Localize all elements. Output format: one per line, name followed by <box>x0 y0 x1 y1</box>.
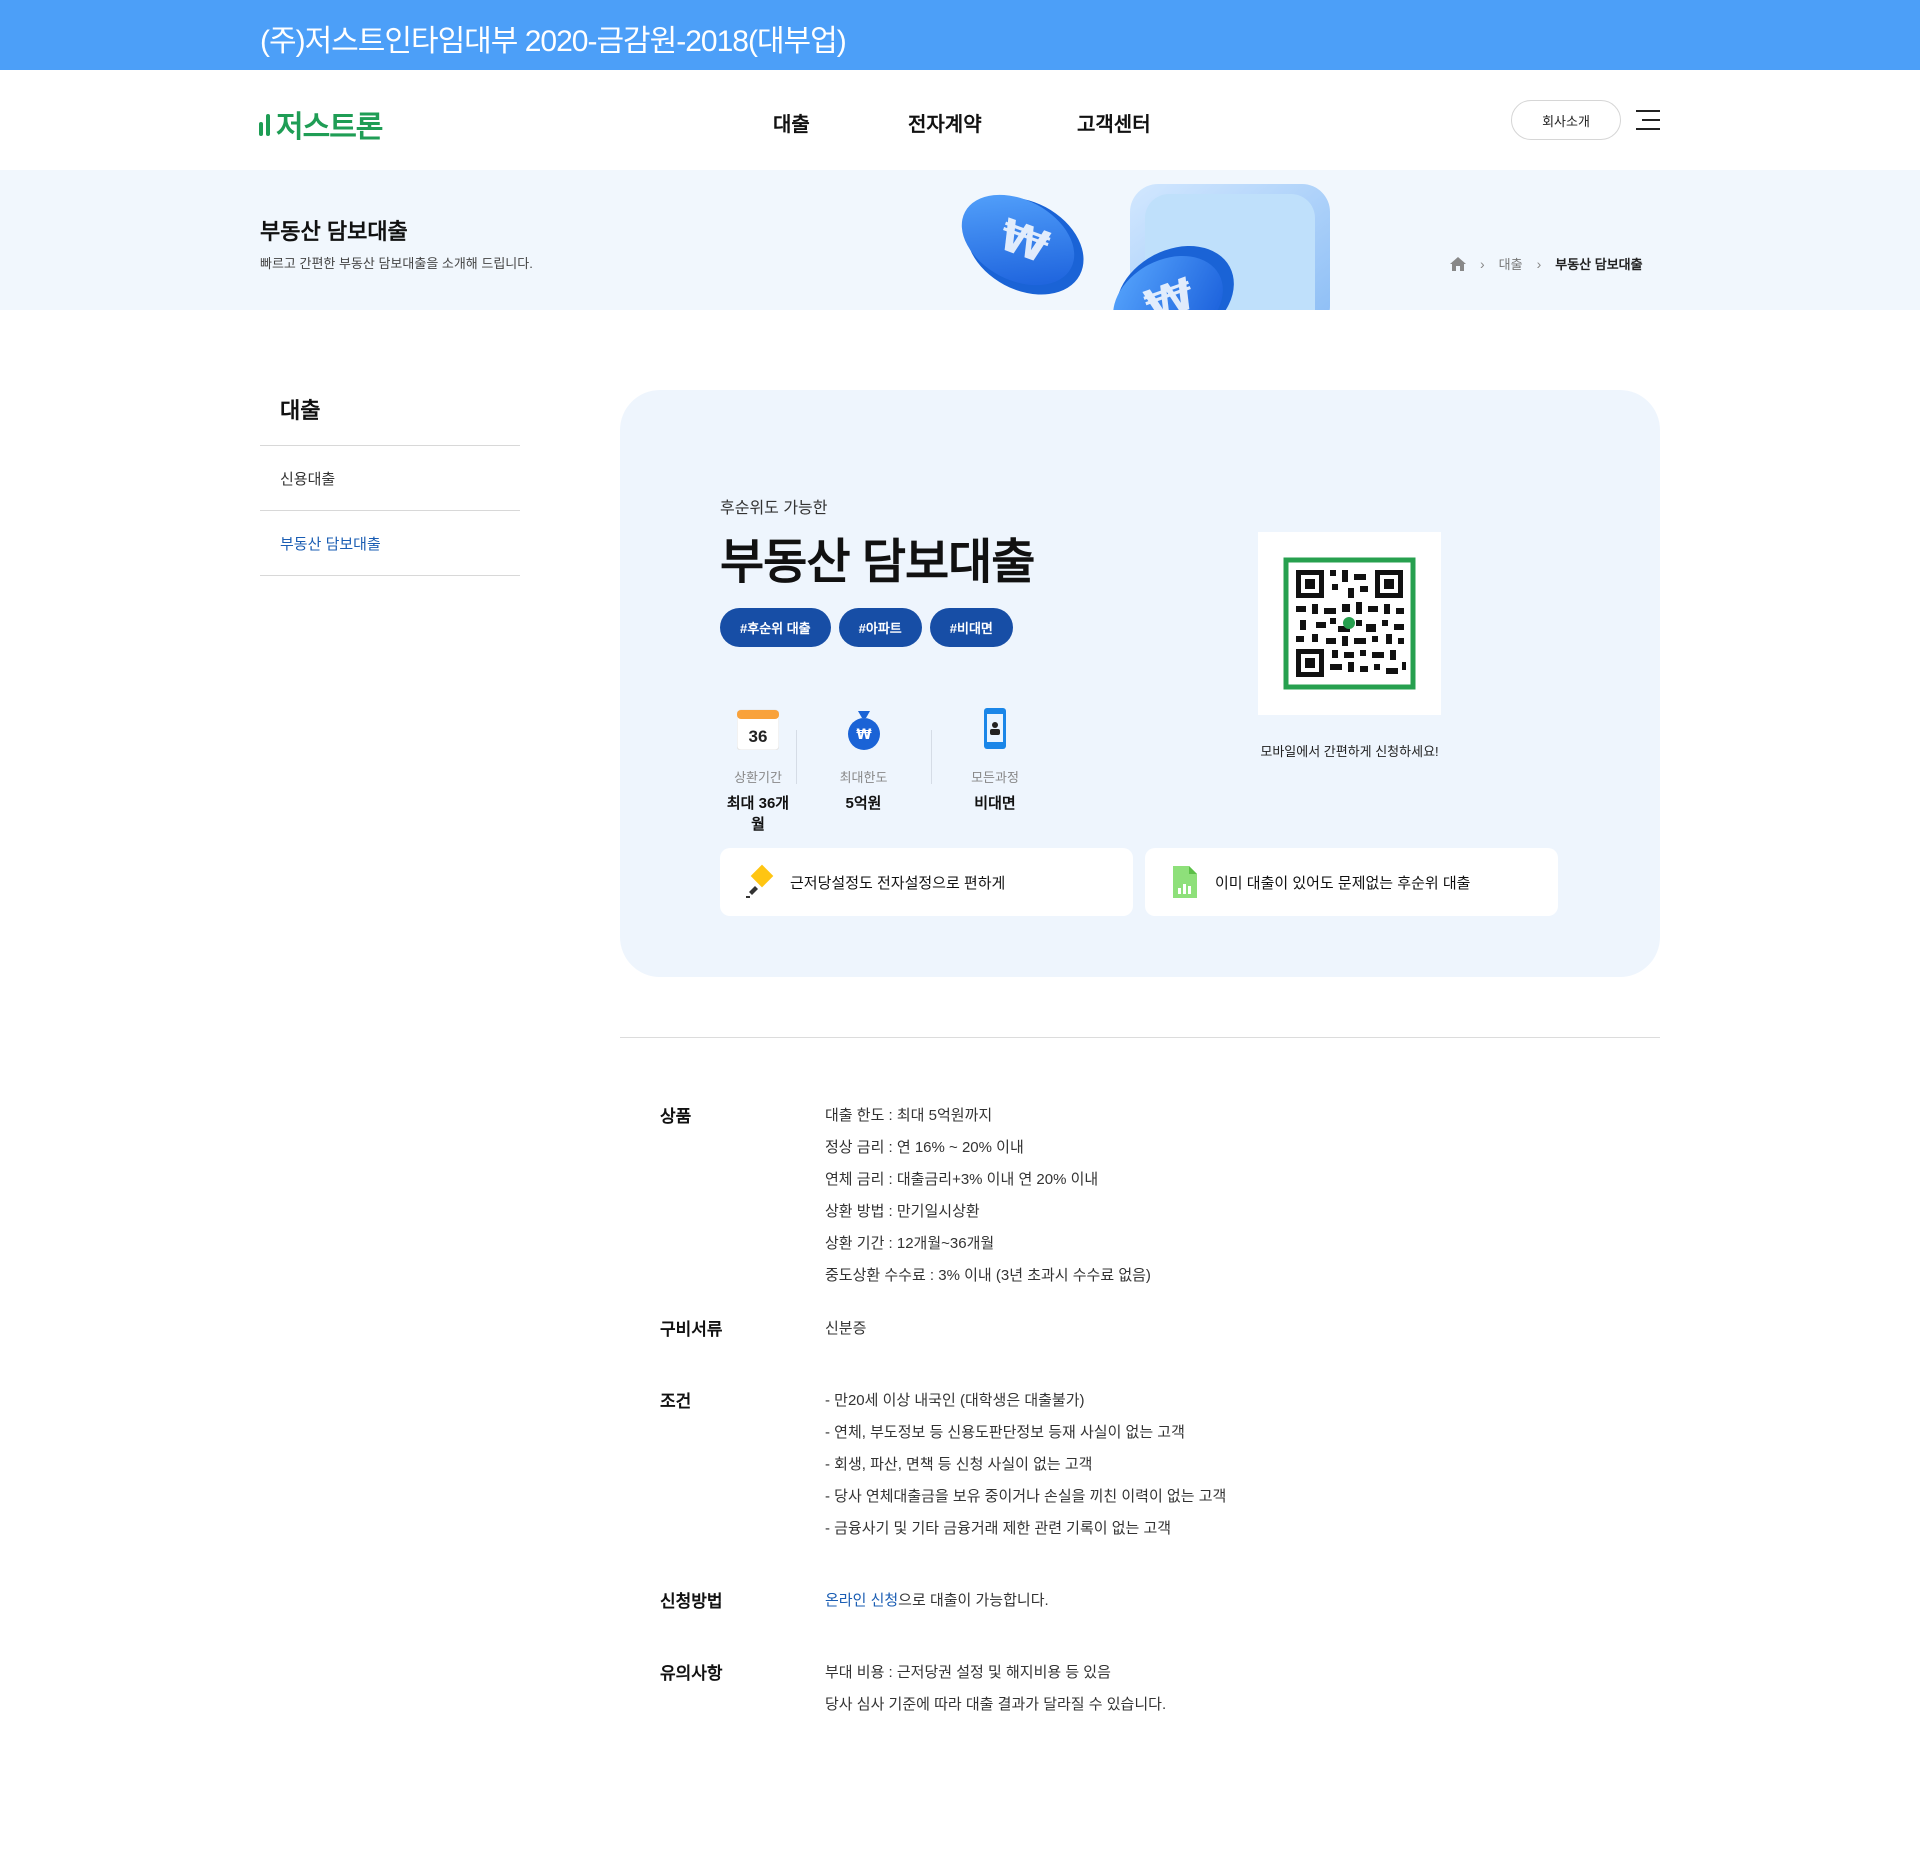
detail-line: - 당사 연체대출금을 보유 중이거나 손실을 끼친 이력이 없는 고객 <box>825 1488 1227 1505</box>
qr-code[interactable] <box>1258 532 1441 715</box>
detail-label: 조건 <box>660 1392 692 1411</box>
detail-line: 당사 심사 기준에 따라 대출 결과가 달라질 수 있습니다. <box>825 1696 1167 1713</box>
detail-line: 부대 비용 : 근저당권 설정 및 해지비용 등 있음 <box>825 1664 1111 1681</box>
coins-illustration-icon: ₩ ₩ <box>961 184 1330 310</box>
license-banner: (주)저스트인타임대부 2020-금감원-2018(대부업) <box>0 0 1920 70</box>
product-stats: 36 상환기간 최대 36개월 ₩ 최대한도 5억원 모든과정 비대면 <box>720 708 1059 834</box>
home-icon[interactable] <box>1450 256 1466 271</box>
stat-label: 모든과정 <box>971 770 1019 785</box>
stat-value: 최대 36개월 <box>726 795 790 833</box>
feature-e-registration: 근저당설정도 전자설정으로 편하게 <box>720 848 1133 916</box>
detail-line: - 금융사기 및 기타 금융거래 제한 관련 기록이 없는 고객 <box>825 1520 1172 1537</box>
feature-text: 이미 대출이 있어도 문제없는 후순위 대출 <box>1215 874 1471 892</box>
stat-max-limit: ₩ 최대한도 5억원 <box>796 708 931 834</box>
detail-row-product: 상품 대출 한도 : 최대 5억원까지 정상 금리 : 연 16% ~ 20% … <box>660 1100 1560 1292</box>
sidebar-title: 대출 <box>280 398 321 423</box>
detail-line: 대출 한도 : 최대 5억원까지 <box>825 1107 993 1124</box>
breadcrumb-current: 부동산 담보대출 <box>1555 257 1643 272</box>
tag-subordinate-loan: #후순위 대출 <box>720 608 831 647</box>
product-details: 상품 대출 한도 : 최대 5억원까지 정상 금리 : 연 16% ~ 20% … <box>660 1100 1560 1721</box>
stat-value: 5억원 <box>845 795 882 812</box>
page-hero: 부동산 담보대출 빠르고 간편한 부동산 담보대출을 소개해 드립니다. ₩ ₩… <box>0 170 1920 310</box>
application-text: 으로 대출이 가능합니다. <box>898 1592 1049 1609</box>
detail-row-documents: 구비서류 신분증 <box>660 1313 1560 1345</box>
logo-mark-icon <box>258 112 272 136</box>
detail-line: 정상 금리 : 연 16% ~ 20% 이내 <box>825 1139 1024 1156</box>
feature-text: 근저당설정도 전자설정으로 편하게 <box>790 874 1006 892</box>
detail-line: 상환 방법 : 만기일시상환 <box>825 1203 980 1220</box>
money-bag-icon: ₩ <box>847 711 880 750</box>
svg-text:36: 36 <box>749 727 768 746</box>
mobile-phone-icon <box>984 708 1006 749</box>
feature-subordinate-loan: 이미 대출이 있어도 문제없는 후순위 대출 <box>1145 848 1558 916</box>
detail-line: 상환 기간 : 12개월~36개월 <box>825 1235 995 1252</box>
product-title: 부동산 담보대출 <box>720 536 1035 589</box>
tag-contactless: #비대면 <box>929 608 1013 647</box>
detail-line: - 회생, 파산, 면책 등 신청 사실이 없는 고객 <box>825 1456 1093 1473</box>
qr-code-icon <box>1283 557 1416 690</box>
chevron-right-icon: › <box>1536 255 1542 272</box>
detail-line: 중도상환 수수료 : 3% 이내 (3년 초과시 수수료 없음) <box>825 1267 1151 1284</box>
detail-lines: - 만20세 이상 내국인 (대학생은 대출불가) - 연체, 부도정보 등 신… <box>825 1385 1560 1545</box>
detail-line: 온라인 신청으로 대출이 가능합니다. <box>825 1585 1560 1617</box>
breadcrumb-loan[interactable]: 대출 <box>1499 254 1523 273</box>
detail-row-notes: 유의사항 부대 비용 : 근저당권 설정 및 해지비용 등 있음 당사 심사 기… <box>660 1657 1560 1721</box>
breadcrumb: › 대출 › 부동산 담보대출 <box>1450 254 1643 273</box>
sidebar-menu: 신용대출 부동산 담보대출 <box>260 445 520 576</box>
site-header: 저스트론 대출 전자계약 고객센터 회사소개 <box>0 70 1920 170</box>
tag-apartment: #아파트 <box>838 608 922 647</box>
detail-lines: 부대 비용 : 근저당권 설정 및 해지비용 등 있음 당사 심사 기준에 따라… <box>825 1657 1560 1721</box>
site-logo[interactable]: 저스트론 <box>258 102 383 146</box>
license-text: (주)저스트인타임대부 2020-금감원-2018(대부업) <box>260 25 847 58</box>
detail-lines: 온라인 신청으로 대출이 가능합니다. <box>825 1585 1560 1617</box>
detail-lines: 신분증 <box>825 1313 1560 1345</box>
qr-caption: 모바일에서 간편하게 신청하세요! <box>1260 744 1439 759</box>
stat-repayment-period: 36 상환기간 최대 36개월 <box>720 708 796 834</box>
stat-label: 상환기간 <box>734 770 782 785</box>
detail-line: 연체 금리 : 대출금리+3% 이내 연 20% 이내 <box>825 1171 1099 1188</box>
pencil-icon <box>746 864 774 898</box>
section-divider <box>620 1037 1660 1038</box>
sidebar-item-real-estate-loan[interactable]: 부동산 담보대출 <box>260 511 520 576</box>
detail-label: 상품 <box>660 1107 692 1126</box>
detail-label: 구비서류 <box>660 1320 723 1339</box>
product-pre-title: 후순위도 가능한 <box>720 500 828 517</box>
svg-text:₩: ₩ <box>856 727 872 743</box>
stat-value: 비대면 <box>974 795 1016 812</box>
detail-label: 신청방법 <box>660 1592 723 1611</box>
detail-line: - 만20세 이상 내국인 (대학생은 대출불가) <box>825 1392 1085 1409</box>
logo-text: 저스트론 <box>276 111 383 144</box>
detail-row-application: 신청방법 온라인 신청으로 대출이 가능합니다. <box>660 1585 1560 1617</box>
page-subtitle: 빠르고 간편한 부동산 담보대출을 소개해 드립니다. <box>260 256 533 271</box>
detail-label: 유의사항 <box>660 1664 723 1683</box>
detail-line: - 연체, 부도정보 등 신용도판단정보 등재 사실이 없는 고객 <box>825 1424 1185 1441</box>
page-title: 부동산 담보대출 <box>260 219 408 244</box>
stat-all-process: 모든과정 비대면 <box>931 708 1059 834</box>
detail-line: 신분증 <box>825 1320 867 1337</box>
document-chart-icon <box>1173 866 1197 898</box>
product-summary-card: 후순위도 가능한 부동산 담보대출 #후순위 대출 #아파트 #비대면 36 상… <box>620 390 1660 977</box>
sidebar-item-credit-loan[interactable]: 신용대출 <box>260 446 520 511</box>
stat-label: 최대한도 <box>839 770 888 785</box>
detail-lines: 대출 한도 : 최대 5억원까지 정상 금리 : 연 16% ~ 20% 이내 … <box>825 1100 1560 1292</box>
nav-e-contract[interactable]: 전자계약 <box>908 108 982 137</box>
calendar-icon: 36 <box>736 709 780 751</box>
product-tags: #후순위 대출 #아파트 #비대면 <box>720 608 1013 647</box>
nav-customer-center[interactable]: 고객센터 <box>1077 108 1151 137</box>
nav-loan[interactable]: 대출 <box>773 108 810 137</box>
company-intro-button[interactable]: 회사소개 <box>1511 100 1621 140</box>
chevron-right-icon: › <box>1480 255 1485 272</box>
hamburger-menu-icon[interactable] <box>1636 108 1660 132</box>
online-application-link[interactable]: 온라인 신청 <box>825 1592 898 1609</box>
detail-row-conditions: 조건 - 만20세 이상 내국인 (대학생은 대출불가) - 연체, 부도정보 … <box>660 1385 1560 1545</box>
